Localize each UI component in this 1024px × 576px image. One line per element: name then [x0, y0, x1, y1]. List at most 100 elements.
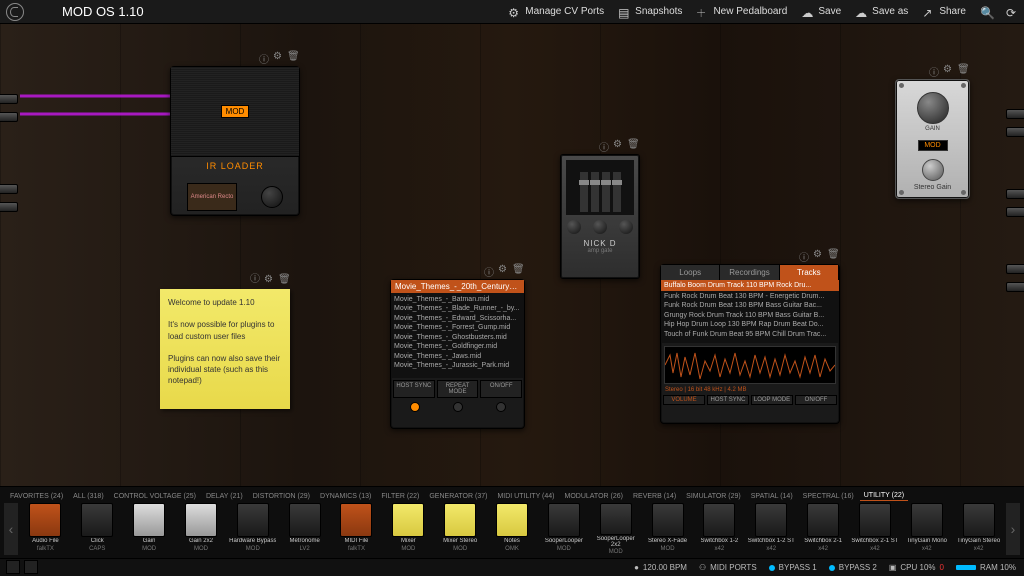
plugin-item[interactable]: GainMOD — [125, 503, 174, 555]
gain-knob[interactable] — [917, 92, 949, 124]
audio-track-list[interactable]: Funk Rock Drum Beat 130 BPM - Energetic … — [661, 291, 839, 343]
category-tab[interactable]: ALL (318) — [69, 492, 107, 501]
category-tab[interactable]: SPECTRAL (16) — [799, 492, 858, 501]
audio-track-item[interactable]: Funk Rock Drum Beat 130 BPM Bass Guitar … — [664, 301, 836, 310]
pedalboard-canvas[interactable]: ⓘ⚙🗑 MOD IR LOADER American Recto ⓘ⚙🗑 Wel… — [0, 24, 1024, 486]
audio-loop-label[interactable]: LOOP MODE — [751, 395, 793, 405]
plugin-item[interactable]: MIDI FilefalkTX — [332, 503, 381, 555]
manage-cv-button[interactable]: Manage CV Ports — [508, 6, 604, 18]
snapshots-button[interactable]: Snapshots — [618, 6, 682, 18]
plugin-ir-loader[interactable]: ⓘ⚙🗑 MOD IR LOADER American Recto — [170, 66, 300, 216]
plugin-midi-file[interactable]: ⓘ⚙🗑 Movie_Themes_-_20th_Century_Fo... Mo… — [390, 279, 525, 429]
trash-icon[interactable]: 🗑 — [512, 264, 522, 274]
midi-file-item[interactable]: Movie_Themes_-_Jaws.mid — [394, 352, 521, 361]
plugin-item[interactable]: TinyGain Monox42 — [902, 503, 951, 555]
trash-icon[interactable]: 🗑 — [957, 64, 967, 74]
hw-output-5[interactable] — [1006, 264, 1024, 274]
bypass-2-button[interactable]: BYPASS 2 — [829, 563, 877, 572]
hw-input-4[interactable] — [0, 202, 18, 212]
new-pedalboard-button[interactable]: New Pedalboard — [696, 6, 787, 18]
midi-ports-button[interactable]: ⚇MIDI PORTS — [699, 563, 757, 572]
plugin-item[interactable]: Hardware BypassMOD — [228, 503, 277, 555]
scroll-right-button[interactable]: › — [1006, 503, 1020, 555]
hw-output-6[interactable] — [1006, 282, 1024, 292]
category-tab[interactable]: UTILITY (22) — [860, 491, 908, 501]
category-tab[interactable]: MIDI UTILITY (44) — [493, 492, 558, 501]
category-tab[interactable]: GENERATOR (37) — [425, 492, 491, 501]
ram-meter[interactable]: RAM 10% — [956, 563, 1016, 572]
plugin-item[interactable]: Switchbox 2-1x42 — [799, 503, 848, 555]
plugin-item[interactable]: Switchbox 2-1 STx42 — [851, 503, 900, 555]
knob-2[interactable] — [593, 220, 607, 234]
category-tab[interactable]: MODULATOR (26) — [561, 492, 627, 501]
info-icon[interactable]: ⓘ — [929, 64, 939, 74]
category-tab[interactable]: REVERB (14) — [629, 492, 680, 501]
midi-selected-file[interactable]: Movie_Themes_-_20th_Century_Fo... — [391, 280, 524, 293]
midi-file-item[interactable]: Movie_Themes_-_Goldfinger.mid — [394, 342, 521, 351]
gear-icon[interactable]: ⚙ — [273, 51, 283, 61]
gear-icon[interactable]: ⚙ — [613, 139, 623, 149]
hw-output-4[interactable] — [1006, 207, 1024, 217]
gear-icon[interactable]: ⚙ — [943, 64, 953, 74]
info-icon[interactable]: ⓘ — [484, 264, 494, 274]
midi-file-item[interactable]: Movie_Themes_-_Ghostbusters.mid — [394, 333, 521, 342]
category-tab[interactable]: CONTROL VOLTAGE (25) — [110, 492, 200, 501]
audio-tab[interactable]: Recordings — [720, 265, 779, 280]
plugin-item[interactable]: SooperLooper 2x2MOD — [591, 503, 640, 555]
save-as-button[interactable]: Save as — [855, 6, 908, 18]
info-icon[interactable]: ⓘ — [259, 51, 269, 61]
knob-1[interactable] — [567, 220, 581, 234]
plugin-stereo-gain[interactable]: ⓘ⚙🗑 GAIN MOD Stereo Gain — [895, 79, 970, 199]
plugin-item[interactable]: Audio FilefalkTX — [21, 503, 70, 555]
fader-1[interactable] — [580, 172, 588, 212]
audio-track-item[interactable]: Touch of Funk Drum Beat 95 BPM Chill Dru… — [664, 330, 836, 339]
hw-input-3[interactable] — [0, 184, 18, 194]
footswitch[interactable] — [922, 159, 944, 181]
knob-3[interactable] — [619, 220, 633, 234]
plugin-item[interactable]: MixerMOD — [384, 503, 433, 555]
midi-host-sync-toggle[interactable] — [410, 402, 420, 412]
midi-onoff-toggle[interactable] — [496, 402, 506, 412]
category-tab[interactable]: FILTER (22) — [377, 492, 423, 501]
audio-onoff-label[interactable]: ON/OFF — [795, 395, 837, 405]
hw-input-1[interactable] — [0, 94, 18, 104]
ir-file-slot[interactable]: American Recto — [187, 183, 237, 211]
category-tab[interactable]: DELAY (21) — [202, 492, 247, 501]
midi-repeat-toggle[interactable] — [453, 402, 463, 412]
share-button[interactable]: Share — [922, 6, 966, 18]
ir-gain-knob[interactable] — [261, 186, 283, 208]
cpu-meter[interactable]: ▣CPU 10% 0 — [889, 563, 944, 572]
audio-volume-label[interactable]: VOLUME — [663, 395, 705, 405]
zoom-button[interactable] — [980, 6, 992, 18]
audio-waveform[interactable] — [664, 346, 836, 384]
audio-selected-track[interactable]: Buffalo Boom Drum Track 110 BPM Rock Dru… — [661, 280, 839, 291]
plugin-item[interactable]: NotesOMK — [488, 503, 537, 555]
plugin-item[interactable]: ClickCAPS — [73, 503, 122, 555]
plugin-item[interactable]: SooperLooperMOD — [539, 503, 588, 555]
scroll-left-button[interactable]: ‹ — [4, 503, 18, 555]
plugin-item[interactable]: Switchbox 1-2 STx42 — [747, 503, 796, 555]
category-tab[interactable]: DISTORTION (29) — [249, 492, 314, 501]
plugin-item[interactable]: MetronomeLV2 — [280, 503, 329, 555]
save-button[interactable]: Save — [801, 6, 841, 18]
plugin-item[interactable]: Switchbox 1-2x42 — [695, 503, 744, 555]
plugin-item[interactable]: Mixer StereoMOD — [436, 503, 485, 555]
fader-3[interactable] — [602, 172, 610, 212]
hw-input-2[interactable] — [0, 112, 18, 122]
reset-view-button[interactable] — [1006, 6, 1018, 18]
bypass-1-button[interactable]: BYPASS 1 — [769, 563, 817, 572]
plugin-audio-file[interactable]: ⓘ⚙🗑 LoopsRecordingsTracks Buffalo Boom D… — [660, 264, 840, 424]
midi-file-list[interactable]: Movie_Themes_-_Batman.midMovie_Themes_-_… — [391, 293, 524, 378]
audio-tab[interactable]: Tracks — [780, 265, 839, 280]
midi-file-item[interactable]: Movie_Themes_-_Jurassic_Park.mid — [394, 361, 521, 370]
plugin-nick-d[interactable]: ⓘ⚙🗑 NICK D amp gate — [560, 154, 640, 279]
plugin-item[interactable]: Stereo X-FadeMOD — [643, 503, 692, 555]
plugin-notes[interactable]: ⓘ⚙🗑 Welcome to update 1.10 It's now poss… — [160, 289, 290, 409]
fader-4[interactable] — [613, 172, 621, 212]
gear-icon[interactable]: ⚙ — [813, 249, 823, 259]
audio-track-item[interactable]: Grungy Rock Drum Track 110 BPM Bass Guit… — [664, 311, 836, 320]
info-icon[interactable]: ⓘ — [250, 273, 260, 283]
hw-output-3[interactable] — [1006, 189, 1024, 199]
bpm-button[interactable]: ●120.00 BPM — [634, 563, 687, 572]
category-tab[interactable]: FAVORITES (24) — [6, 492, 67, 501]
